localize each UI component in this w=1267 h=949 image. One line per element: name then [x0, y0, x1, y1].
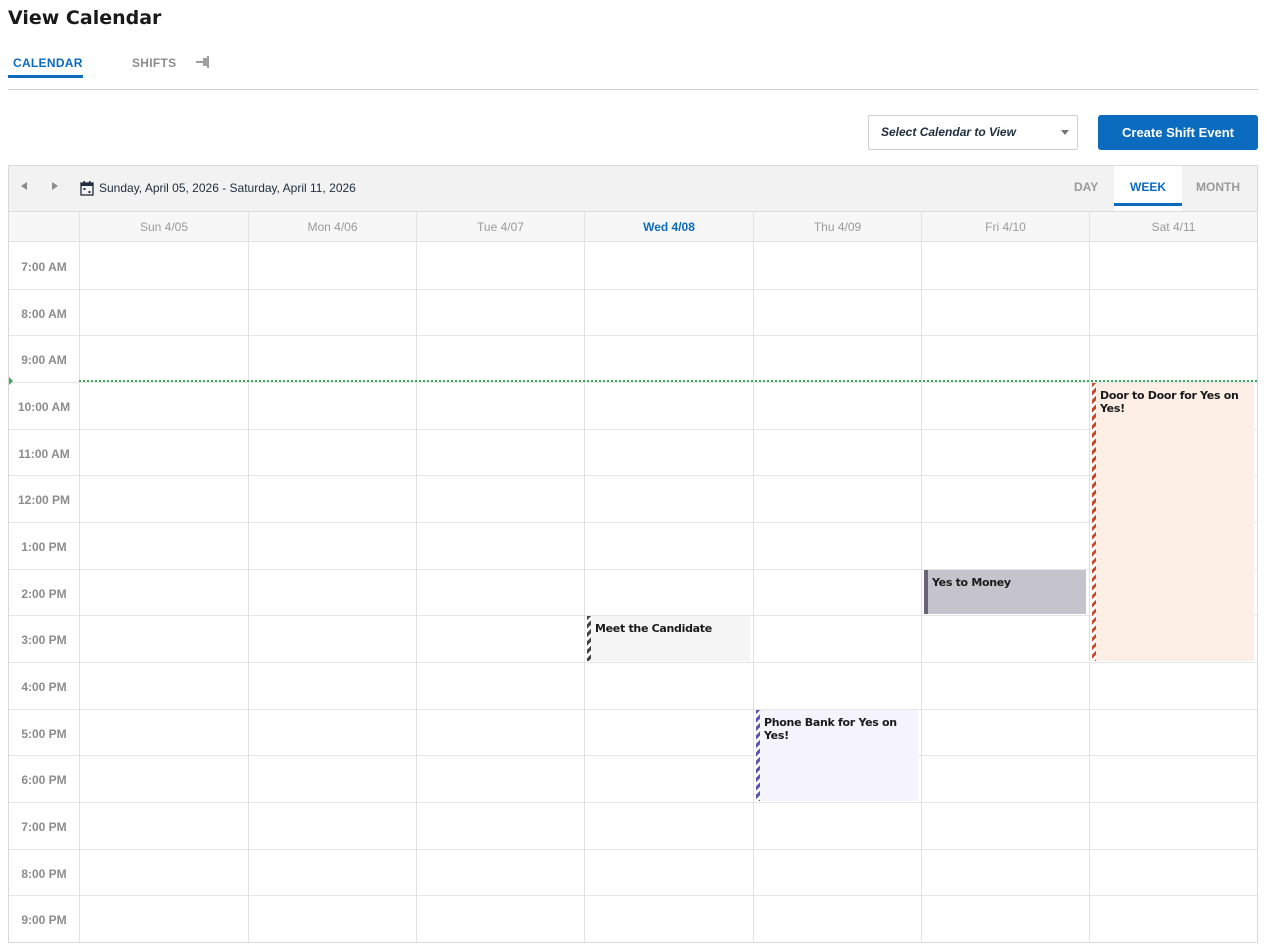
event-title: Phone Bank for Yes on Yes! — [764, 716, 897, 742]
time-label: 6:00 PM — [21, 773, 67, 787]
day-column-divider — [1089, 242, 1090, 942]
calendar-select-value: Select Calendar to View — [881, 125, 1016, 139]
current-time-marker — [9, 377, 13, 385]
day-column-divider — [416, 242, 417, 942]
tab-bar: CALENDAR SHIFTS — [8, 50, 1258, 80]
calendar-event[interactable]: Meet the Candidate — [587, 616, 750, 661]
event-color-stripe — [924, 570, 928, 614]
active-view-indicator — [1114, 203, 1182, 206]
day-column-divider — [248, 242, 249, 942]
active-tab-indicator — [8, 75, 83, 78]
time-label: 9:00 PM — [21, 913, 67, 927]
day-header[interactable]: Sat 4/11 — [1089, 212, 1257, 242]
time-label: 4:00 PM — [21, 680, 67, 694]
hour-gridline — [9, 849, 1257, 850]
time-label: 11:00 AM — [18, 447, 70, 461]
pin-icon[interactable] — [194, 55, 212, 69]
page-title: View Calendar — [8, 7, 162, 29]
time-label: 10:00 AM — [17, 400, 71, 414]
hour-gridline — [9, 335, 1257, 336]
day-column-divider — [79, 242, 80, 942]
day-header[interactable]: Thu 4/09 — [753, 212, 921, 242]
time-label: 3:00 PM — [21, 633, 67, 647]
calendar-event[interactable]: Yes to Money — [924, 570, 1086, 614]
tab-shifts[interactable]: SHIFTS — [132, 56, 176, 70]
day-column-divider — [584, 242, 585, 942]
tab-calendar[interactable]: CALENDAR — [13, 56, 83, 70]
calendar-icon[interactable] — [80, 180, 94, 196]
event-title: Meet the Candidate — [595, 622, 712, 635]
date-range-label[interactable]: Sunday, April 05, 2026 - Saturday, April… — [99, 181, 356, 195]
hour-gridline — [9, 755, 1257, 756]
time-label: 5:00 PM — [21, 727, 67, 741]
view-month-button[interactable]: MONTH — [1196, 180, 1240, 194]
current-time-line — [79, 380, 1257, 382]
time-label: 8:00 PM — [21, 867, 67, 881]
calendar-event[interactable]: Door to Door for Yes on Yes! — [1092, 383, 1254, 661]
chevron-right-icon[interactable] — [52, 182, 58, 190]
hour-gridline — [9, 475, 1257, 476]
calendar-select[interactable]: Select Calendar to View — [868, 115, 1078, 150]
day-column-divider — [753, 242, 754, 942]
scheduler: Sunday, April 05, 2026 - Saturday, April… — [8, 165, 1258, 943]
chevron-left-icon[interactable] — [21, 182, 27, 190]
day-header[interactable]: Sun 4/05 — [79, 212, 248, 242]
time-label: 8:00 AM — [21, 307, 67, 321]
view-day-button[interactable]: DAY — [1074, 180, 1098, 194]
calendar-event[interactable]: Phone Bank for Yes on Yes! — [756, 710, 918, 801]
week-grid: Sun 4/05 Mon 4/06 Tue 4/07 Wed 4/08 Thu 4/09… — [9, 212, 1257, 942]
time-label: 7:00 AM — [21, 260, 67, 274]
time-label: 9:00 AM — [21, 353, 67, 367]
caret-down-icon — [1061, 130, 1069, 135]
hour-gridline — [9, 289, 1257, 290]
hour-gridline — [9, 382, 1257, 383]
event-color-stripe — [587, 616, 591, 661]
scheduler-toolbar: Sunday, April 05, 2026 - Saturday, April… — [9, 166, 1257, 212]
day-header[interactable]: Tue 4/07 — [416, 212, 584, 242]
hour-gridline — [9, 802, 1257, 803]
day-column-divider — [921, 242, 922, 942]
time-label: 12:00 PM — [17, 493, 71, 507]
event-title: Yes to Money — [932, 576, 1011, 589]
time-label: 2:00 PM — [21, 587, 67, 601]
hour-gridline — [9, 895, 1257, 896]
hour-gridline — [9, 709, 1257, 710]
hour-gridline — [9, 429, 1257, 430]
view-week-button[interactable]: WEEK — [1130, 180, 1166, 194]
grid-corner — [9, 212, 79, 242]
day-header[interactable]: Wed 4/08 — [584, 212, 753, 242]
day-header[interactable]: Fri 4/10 — [921, 212, 1089, 242]
hour-gridline — [9, 522, 1257, 523]
time-label: 7:00 PM — [21, 820, 67, 834]
event-color-stripe — [1092, 383, 1096, 661]
day-header[interactable]: Mon 4/06 — [248, 212, 416, 242]
tabs-divider — [8, 89, 1258, 90]
event-title: Door to Door for Yes on Yes! — [1100, 389, 1239, 415]
hour-gridline — [9, 662, 1257, 663]
event-color-stripe — [756, 710, 760, 801]
create-shift-event-button[interactable]: Create Shift Event — [1098, 115, 1258, 150]
time-label: 1:00 PM — [21, 540, 67, 554]
